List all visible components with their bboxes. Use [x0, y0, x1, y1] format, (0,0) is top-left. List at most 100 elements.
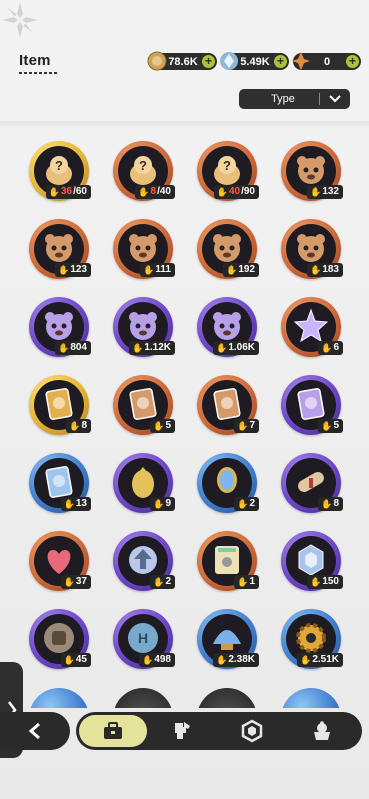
inventory-item[interactable]: ? ✋ 36/60: [29, 141, 91, 201]
item-need-count: /40: [157, 186, 171, 197]
magic-mirror-icon: [217, 467, 237, 493]
tab-desserts[interactable]: [288, 715, 356, 747]
inventory-item[interactable]: ✋ 5: [281, 375, 343, 435]
inventory-item[interactable]: ✋ 45: [29, 609, 91, 669]
purple-card-pack-icon: [297, 388, 325, 420]
dessert-icon: [314, 721, 330, 740]
inventory-item[interactable]: ✋ 150: [281, 531, 343, 591]
hand-icon: ✋: [58, 265, 70, 275]
inventory-item[interactable]: ✋ 1.12K: [113, 297, 175, 357]
inventory-item[interactable]: ✋ 111: [113, 219, 175, 279]
inventory-item[interactable]: ✋ 123: [29, 219, 91, 279]
silver-card-pack-icon: [45, 466, 73, 498]
item-count: 6: [333, 342, 339, 353]
inventory-item[interactable]: ✋ 804: [29, 297, 91, 357]
hand-icon: ✋: [321, 499, 333, 509]
hand-icon: ✋: [48, 187, 60, 197]
item-count: 2: [165, 576, 171, 587]
bottom-nav: [76, 712, 362, 750]
inventory-item[interactable]: ✋ 132: [281, 141, 343, 201]
item-quantity: ✋ 192: [223, 263, 259, 277]
hand-icon: ✋: [237, 577, 249, 587]
inventory-item[interactable]: ✋ 183: [281, 219, 343, 279]
item-count: 132: [322, 186, 339, 197]
inventory-item[interactable]: ✋ 7: [197, 375, 259, 435]
back-button[interactable]: [0, 712, 70, 750]
hand-icon: ✋: [69, 421, 81, 431]
item-count: 45: [75, 654, 87, 665]
inventory-item[interactable]: ✋ 1: [197, 531, 259, 591]
inventory-item[interactable]: ✋ 192: [197, 219, 259, 279]
item-quantity: ✋ 123: [55, 263, 91, 277]
inventory-item[interactable]: ✋ 2: [113, 531, 175, 591]
upgrade-arrow-icon: [129, 546, 157, 574]
hand-icon: ✋: [153, 577, 165, 587]
gold-card-pack-icon: [45, 388, 73, 420]
ruby-heart-icon: [47, 550, 71, 574]
inventory-item[interactable]: ✋ 13: [29, 453, 91, 513]
item-quantity: ✋ 40/90: [213, 185, 259, 199]
bunny-jelly-icon: [129, 234, 157, 262]
inventory-item[interactable]: ✋ 8: [29, 375, 91, 435]
green-bear-icon: [45, 312, 73, 340]
hand-icon: ✋: [143, 265, 155, 275]
inventory-item[interactable]: ✋ 2: [197, 453, 259, 513]
svg-text:H: H: [138, 630, 148, 646]
item-quantity: ✋ 9: [150, 497, 175, 511]
item-quantity: ✋ 2.51K: [297, 653, 343, 667]
item-count: 123: [70, 264, 87, 275]
hand-icon: ✋: [310, 577, 322, 587]
inventory-item[interactable]: H ✋ 498: [113, 609, 175, 669]
inventory-item[interactable]: ? ✋ 8/40: [113, 141, 175, 201]
inventory-item-partial: [281, 688, 341, 708]
item-quantity: ✋ 2: [150, 575, 175, 589]
inventory-item[interactable]: ✋ 8: [281, 453, 343, 513]
inventory-item[interactable]: ✋ 2.38K: [197, 609, 259, 669]
item-quantity: ✋ 2.38K: [213, 653, 259, 667]
hand-icon: ✋: [237, 499, 249, 509]
item-quantity: ✋ 37: [60, 575, 91, 589]
item-count: 1.06K: [228, 342, 255, 353]
hand-icon: ✋: [300, 655, 312, 665]
item-count: 183: [322, 264, 339, 275]
inventory-item-partial: [113, 688, 173, 708]
hand-icon: ✋: [237, 421, 249, 431]
inventory-item[interactable]: ? ✋ 40/90: [197, 141, 259, 201]
bear-jelly-icon: [297, 156, 325, 184]
hand-icon: ✋: [63, 655, 75, 665]
hand-icon: ✋: [310, 187, 322, 197]
tab-costumes[interactable]: [148, 715, 216, 747]
inventory-item[interactable]: ✋ 5: [113, 375, 175, 435]
item-count: 8: [333, 498, 339, 509]
inventory-item-partial: [29, 688, 89, 708]
knight-bear-icon: [45, 234, 73, 262]
item-quantity: ✋ 5: [150, 419, 175, 433]
inventory-item[interactable]: ✋ 9: [113, 453, 175, 513]
inventory-item[interactable]: ✋ 2.51K: [281, 609, 343, 669]
bottom-bar: [0, 712, 369, 756]
tab-items[interactable]: [79, 715, 147, 747]
item-count: 7: [249, 420, 255, 431]
hand-icon: ✋: [138, 187, 150, 197]
item-count: 192: [238, 264, 255, 275]
inventory-item[interactable]: ✋ 1.06K: [197, 297, 259, 357]
item-quantity: ✋ 804: [55, 341, 91, 355]
item-count: 5: [333, 420, 339, 431]
inventory-item[interactable]: ✋ 6: [281, 297, 343, 357]
inventory-item[interactable]: ✋ 37: [29, 531, 91, 591]
item-quantity: ✋ 8: [66, 419, 91, 433]
item-need-count: /90: [241, 186, 255, 197]
item-quantity: ✋ 132: [307, 185, 343, 199]
crystal-star-icon: [293, 308, 329, 343]
item-grid: ? ✋ 36/60? ✋ 8/40? ✋ 40/90 ✋ 132 ✋ 123 ✋ 111 ✋ 192 ✋ 183…: [0, 0, 369, 710]
item-count: 1.12K: [144, 342, 171, 353]
hand-icon: ✋: [142, 655, 154, 665]
mystery-cookie-bag-icon: ?: [214, 156, 240, 185]
scale-shell-icon: [213, 630, 241, 650]
eyepatch-bear-icon: [129, 312, 157, 340]
tab-treasures[interactable]: [218, 715, 286, 747]
item-quantity: ✋ 183: [307, 263, 343, 277]
item-count: 13: [75, 498, 87, 509]
item-quantity: ✋ 498: [139, 653, 175, 667]
item-have-count: 8: [150, 186, 157, 197]
